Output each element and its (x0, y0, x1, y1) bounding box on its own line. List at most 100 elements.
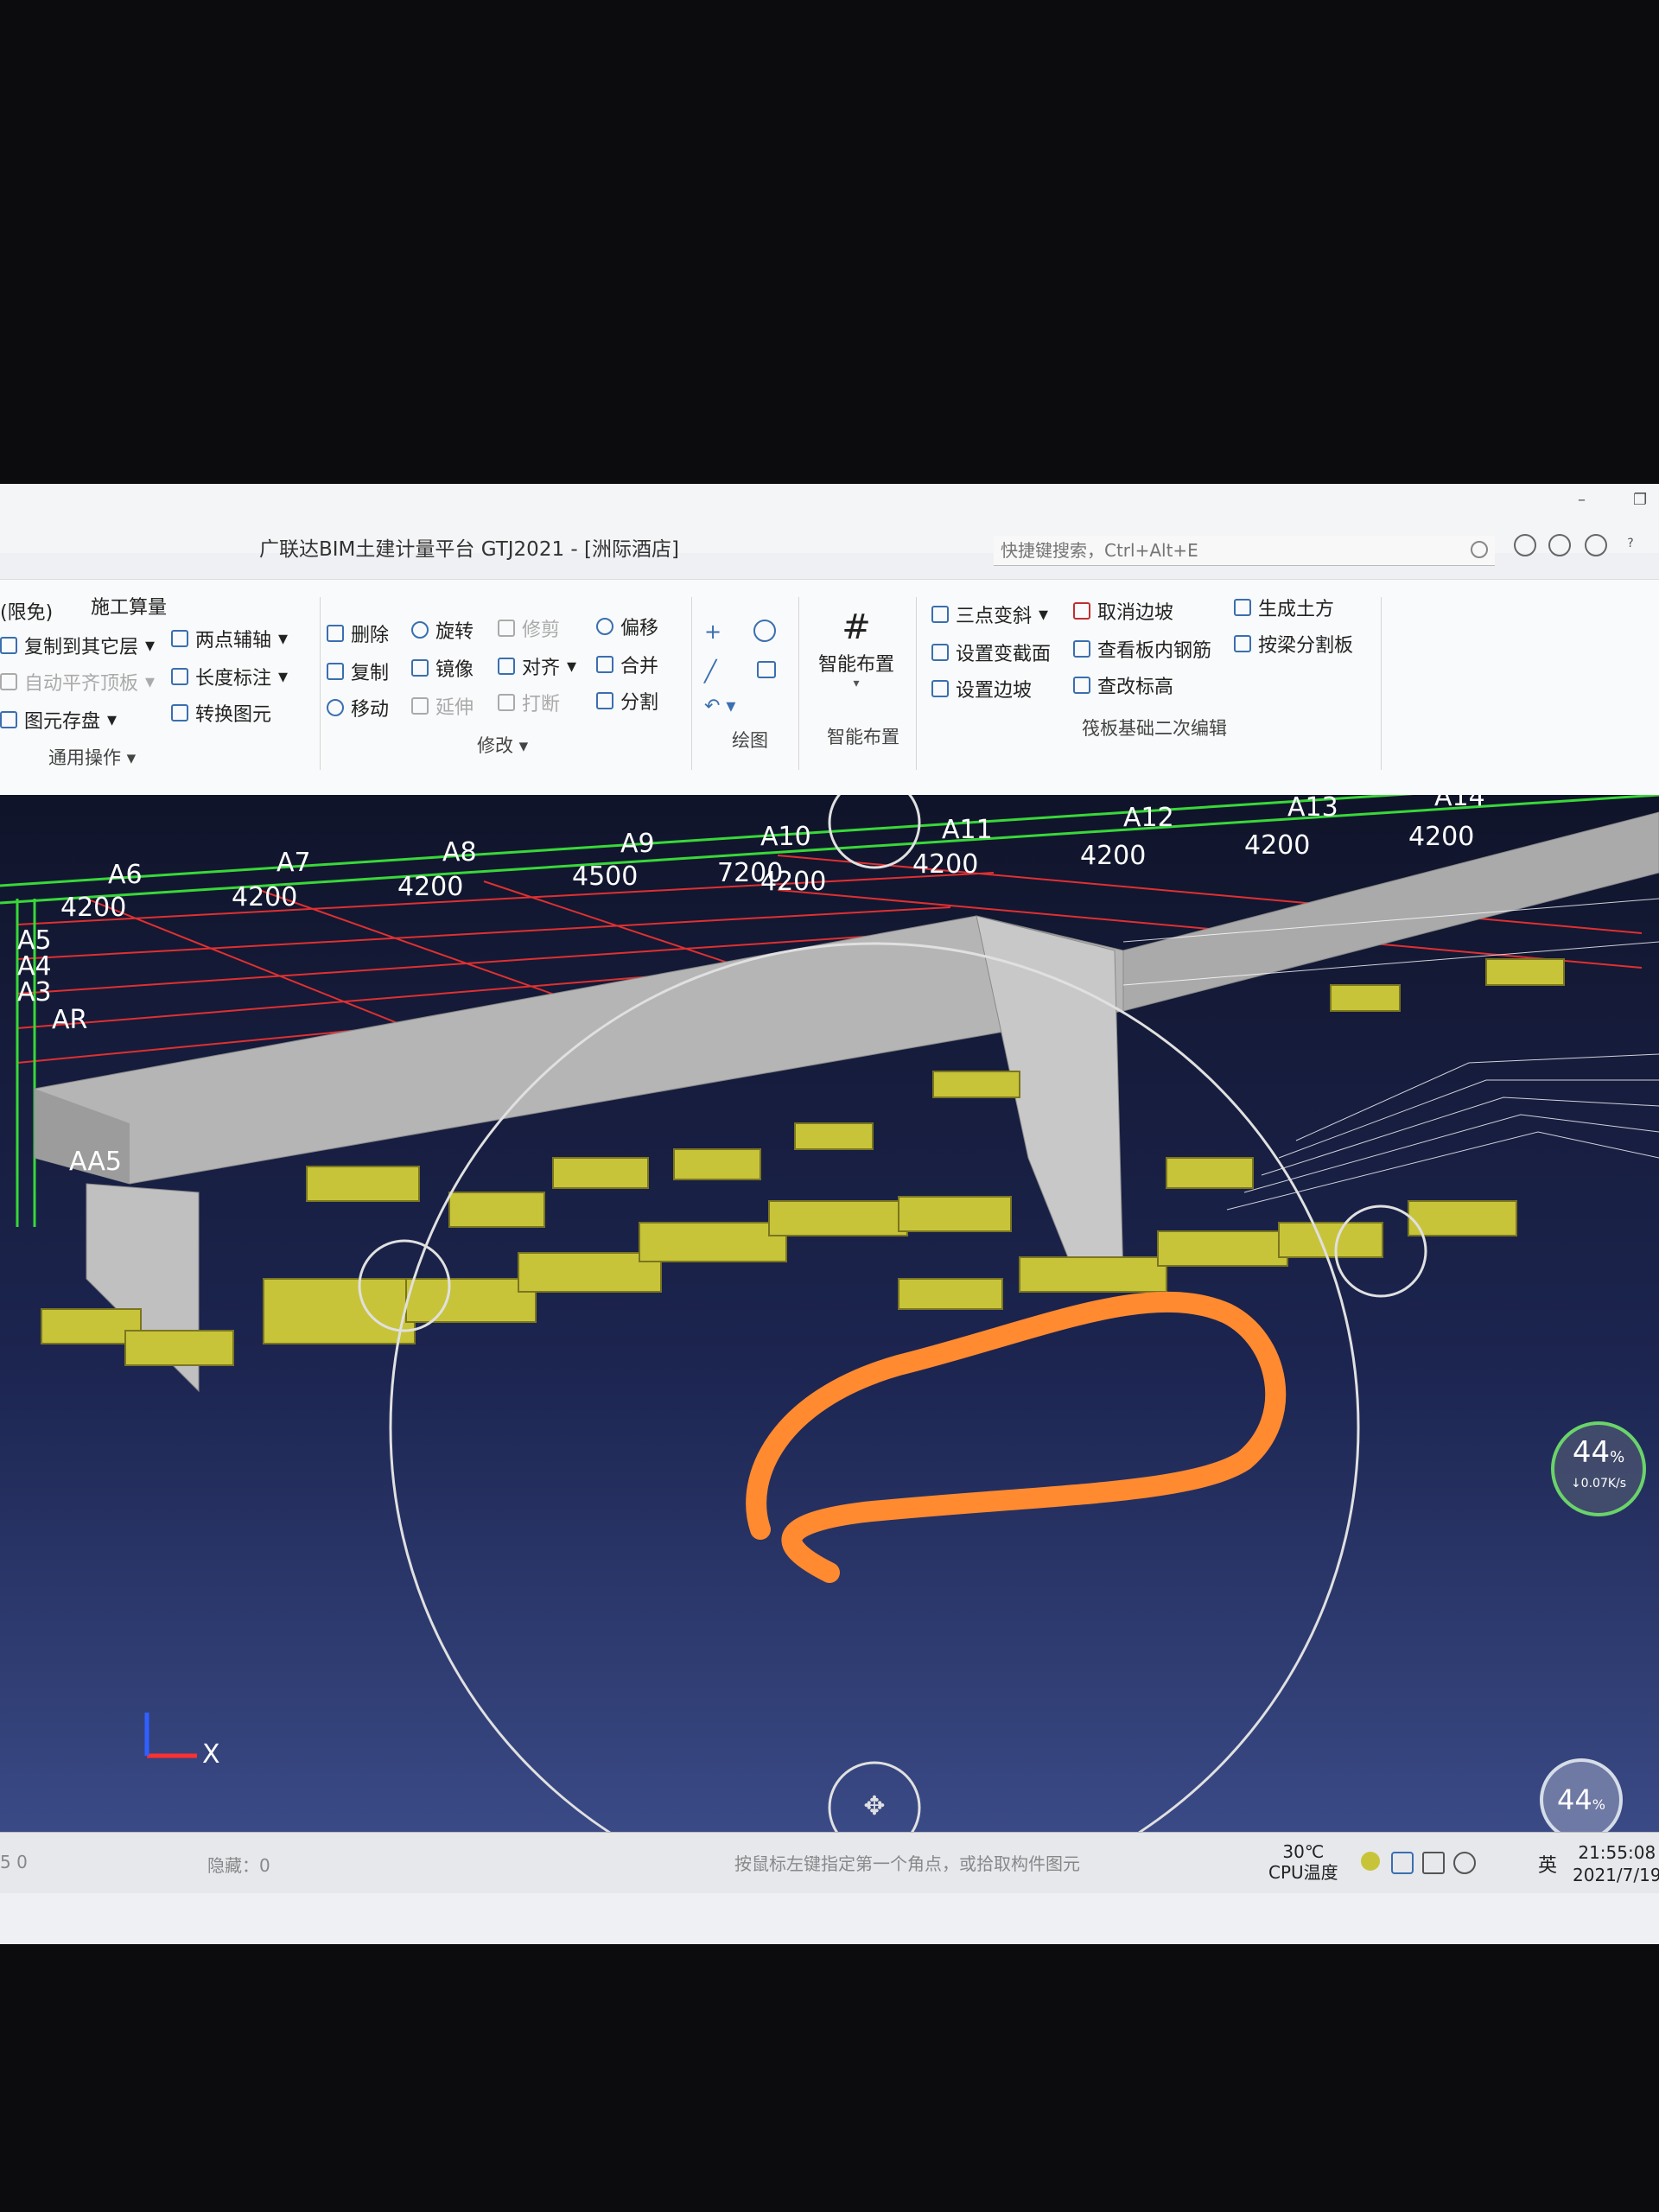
save-element-button[interactable]: 图元存盘 ▾ (0, 706, 117, 734)
offset-button[interactable]: 偏移 (596, 613, 658, 640)
mirror-button[interactable]: 镜像 (411, 654, 474, 682)
headset-icon[interactable] (1585, 534, 1607, 556)
break-button[interactable]: 打断 (498, 689, 560, 716)
airplane-icon[interactable] (1422, 1852, 1445, 1874)
3d-viewport[interactable]: ✥ A6 A7 A8 A9 A10 A11 A12 A13 A14 A5 A4 A3 AR AA5 4200… (0, 795, 1659, 1832)
dimension-label: 4200 (912, 849, 978, 880)
tab-free[interactable]: (限免) (0, 597, 53, 625)
edit-elevation-button[interactable]: 查改标高 (1073, 671, 1173, 699)
split-button[interactable]: 分割 (596, 687, 658, 715)
two-point-axis-button[interactable]: 两点辅轴 ▾ (171, 625, 288, 652)
dimension-label: 4200 (60, 893, 126, 923)
line-draw-icon[interactable]: ╱ (704, 659, 716, 683)
rotate-icon (411, 621, 429, 639)
ribbon-separator (1381, 597, 1382, 770)
model-scene[interactable]: ✥ A6 A7 A8 A9 A10 A11 A12 A13 A14A5A4A3ARAA54200… (0, 795, 1659, 1832)
shield-icon[interactable] (1391, 1852, 1414, 1874)
earthwork-icon (1234, 599, 1251, 616)
trim-button[interactable]: 修剪 (498, 614, 560, 642)
set-variable-section-button[interactable]: 设置变截面 (931, 639, 1051, 666)
disk-icon (0, 711, 17, 728)
status-hidden-count: 隐藏：0 (207, 1855, 270, 1876)
help-icon[interactable]: ? (1619, 534, 1642, 556)
extend-icon (411, 697, 429, 715)
ribbon-separator (320, 597, 321, 770)
grid-layout-icon: # (842, 607, 871, 647)
group-smart-label: 智能布置 (827, 727, 899, 747)
generate-earthwork-button[interactable]: 生成土方 (1234, 594, 1334, 621)
arc-draw-icon[interactable]: ↶ ▾ (704, 696, 735, 717)
minimize-icon[interactable]: – (1578, 491, 1586, 509)
group-common-ops-label: 通用操作 ▾ (48, 747, 137, 768)
title-bar: 广联达BIM土建计量平台 GTJ2021 - [洲际酒店] ? – ❐ (0, 484, 1659, 566)
axis-label-a8: A8 (442, 837, 477, 868)
align-icon (498, 658, 515, 675)
point-draw-icon[interactable]: + (704, 620, 721, 644)
slope-icon (931, 606, 949, 623)
tab-construction-quantity[interactable]: 施工算量 (91, 592, 167, 620)
dimension-label: 4200 (760, 867, 826, 897)
move-button[interactable]: 移动 (327, 694, 389, 721)
axis-icon (171, 630, 188, 647)
view-slab-rebar-button[interactable]: 查看板内钢筋 (1073, 635, 1211, 663)
delete-button[interactable]: 删除 (327, 620, 389, 647)
ribbon-separator (798, 597, 799, 770)
dimension-label: 4200 (1080, 841, 1146, 871)
monitor-screen: 广联达BIM土建计量平台 GTJ2021 - [洲际酒店] ? – ❐ (限免)… (0, 484, 1659, 1944)
dimension-label: 4200 (232, 882, 297, 912)
align-top-icon (0, 673, 17, 690)
circle-draw-icon[interactable] (753, 620, 776, 642)
axis-label-ar: AR (52, 1005, 87, 1035)
cpu-temperature: 30℃ CPU温度 (1268, 1841, 1338, 1883)
system-clock[interactable]: 21:55:08 2021/7/19 (1573, 1841, 1659, 1886)
group-draw-label: 绘图 (732, 730, 768, 751)
length-dimension-button[interactable]: 长度标注 ▾ (171, 663, 288, 690)
rect-draw-icon[interactable] (757, 661, 776, 678)
axis-label-a10: A10 (760, 822, 811, 852)
copy-button[interactable]: 复制 (327, 658, 389, 685)
status-hint: 按鼠标左键指定第一个角点，或拾取构件图元 (734, 1853, 1080, 1874)
set-side-slope-button[interactable]: 设置边坡 (931, 675, 1032, 702)
convert-icon (171, 704, 188, 721)
coord-x-label: X (202, 1739, 220, 1770)
chat-icon[interactable] (1548, 534, 1571, 556)
status-left-value: 5 0 (0, 1852, 28, 1872)
section-icon (931, 644, 949, 661)
user-icon[interactable] (1514, 534, 1536, 556)
dimension-label: 4200 (397, 872, 463, 902)
axis-label-a3: A3 (17, 977, 52, 1007)
restore-icon[interactable]: ❐ (1633, 491, 1647, 509)
smart-layout-button[interactable]: # 智能布置 ▾ (809, 606, 904, 690)
split-slab-by-beam-button[interactable]: 按梁分割板 (1234, 630, 1353, 658)
volume-icon[interactable] (1453, 1852, 1476, 1874)
copy-floor-icon (0, 637, 17, 654)
search-icon[interactable] (1471, 541, 1488, 558)
search-input[interactable] (999, 537, 1452, 563)
merge-icon (596, 656, 613, 673)
three-point-slope-button[interactable]: 三点变斜 ▾ (931, 601, 1048, 628)
cancel-slope-icon (1073, 602, 1090, 620)
mirror-icon (411, 659, 429, 677)
move-icon (327, 699, 344, 716)
axis-label-a6: A6 (108, 860, 143, 890)
tray-app-icon[interactable] (1361, 1852, 1380, 1871)
copy-to-other-floors-button[interactable]: 复制到其它层 ▾ (0, 632, 155, 659)
side-slope-icon (931, 680, 949, 697)
cancel-side-slope-button[interactable]: 取消边坡 (1073, 597, 1173, 625)
axis-label-a9: A9 (620, 829, 655, 859)
input-method-indicator[interactable]: 英 (1538, 1850, 1557, 1878)
auto-align-top-button[interactable]: 自动平齐顶板 ▾ (0, 668, 155, 696)
orange-highlight-annotation (746, 1291, 1287, 1583)
merge-button[interactable]: 合并 (596, 651, 658, 678)
system-tray: 30℃ CPU温度 英 21:55:08 2021/7/19 (1244, 1841, 1659, 1890)
dimension-label: 4500 (572, 861, 638, 892)
axis-label-a13: A13 (1287, 795, 1338, 823)
rotate-button[interactable]: 旋转 (411, 616, 474, 644)
axis-label-aa5: AA5 (69, 1147, 122, 1177)
group-modify-label: 修改 ▾ (477, 735, 529, 756)
memory-usage-badge: 44% (1540, 1758, 1623, 1832)
align-button[interactable]: 对齐 ▾ (498, 652, 576, 680)
extend-button[interactable]: 延伸 (411, 692, 474, 720)
search-box[interactable] (994, 536, 1495, 566)
convert-element-button[interactable]: 转换图元 (171, 699, 271, 727)
